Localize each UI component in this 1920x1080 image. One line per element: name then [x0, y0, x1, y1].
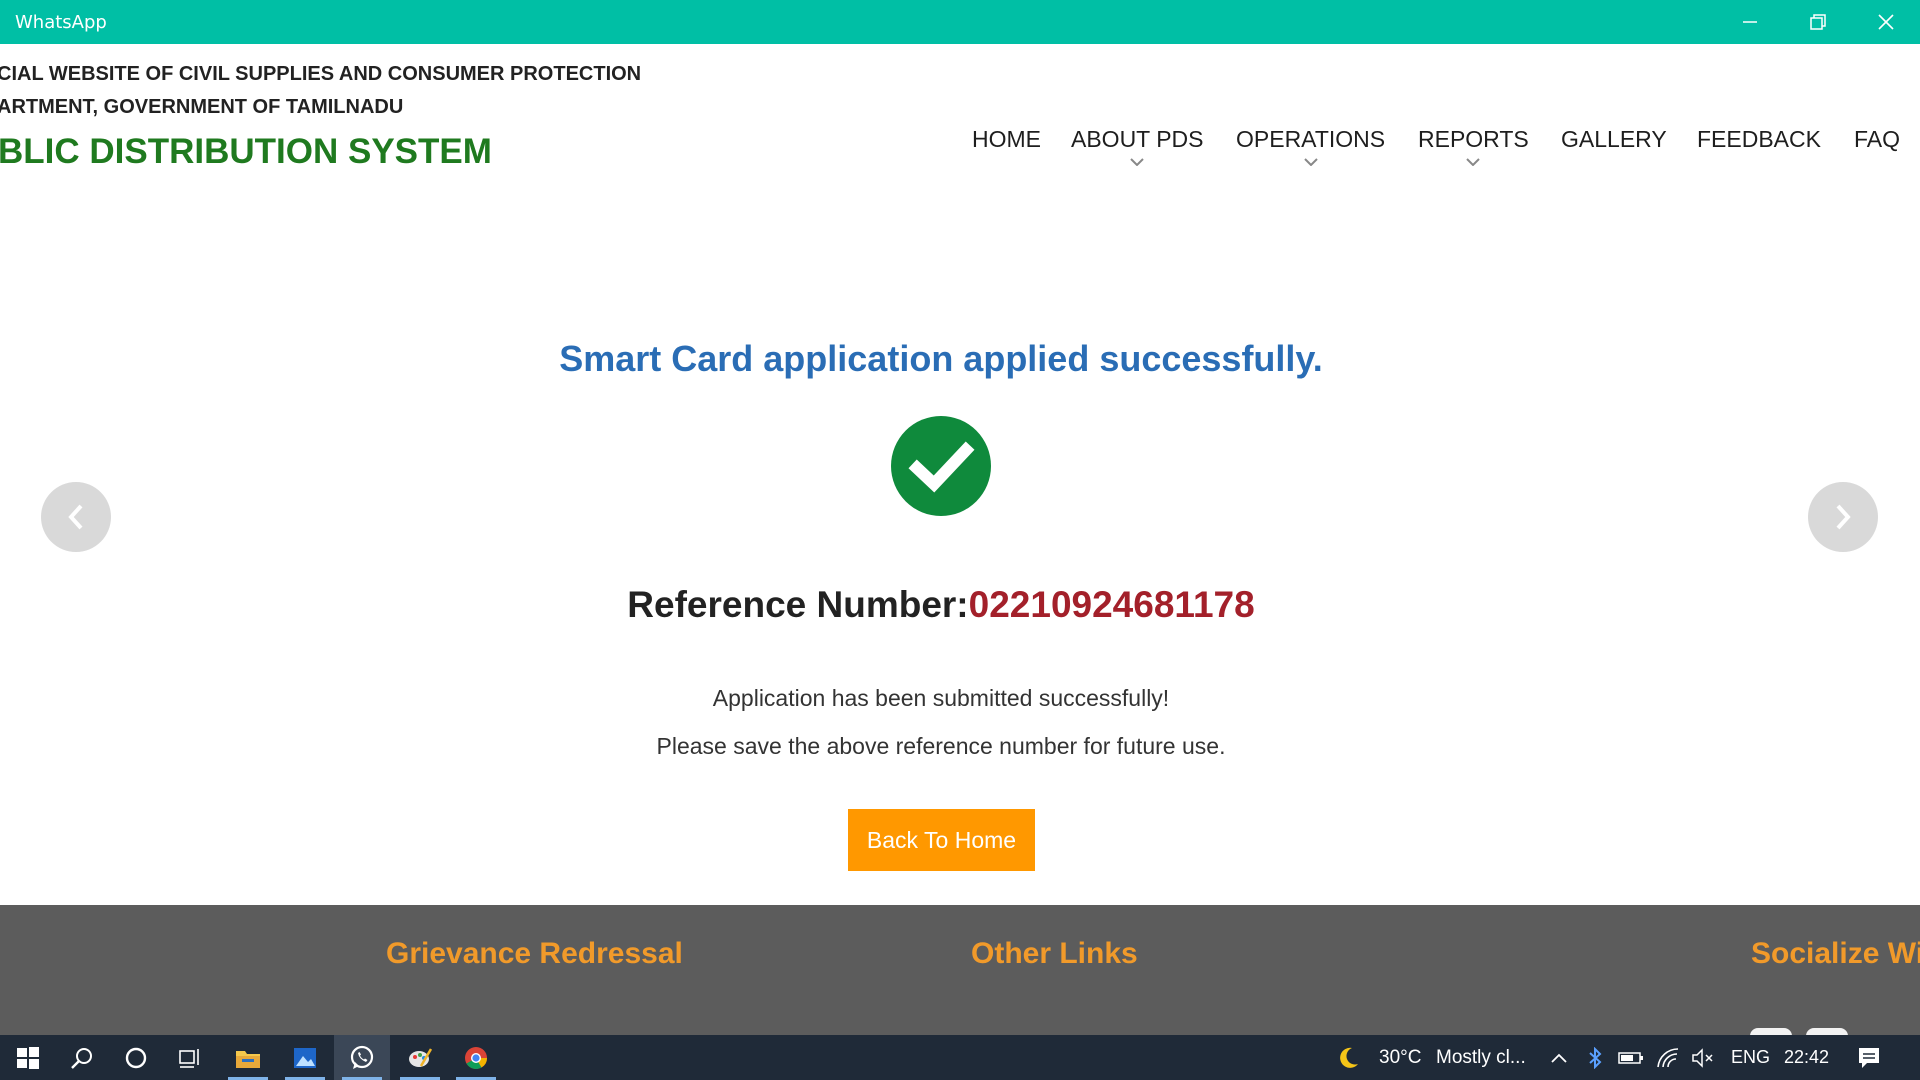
start-button[interactable] — [0, 1035, 56, 1080]
bluetooth-button[interactable] — [1582, 1045, 1608, 1071]
weather-description[interactable]: Mostly cl... — [1436, 1047, 1526, 1069]
input-language[interactable]: ENG — [1731, 1047, 1770, 1068]
nav-reports[interactable]: REPORTS — [1418, 126, 1529, 166]
nav-about-pds-label: ABOUT PDS — [1071, 126, 1204, 152]
reference-label: Reference Number: — [627, 584, 969, 625]
search-icon — [71, 1047, 92, 1069]
taskbar-chrome[interactable] — [448, 1035, 504, 1080]
close-icon — [1878, 14, 1894, 30]
window-titlebar: WhatsApp — [0, 0, 1920, 44]
footer-socialize-heading: Socialize Wi — [1751, 937, 1920, 970]
nav-home[interactable]: HOME — [972, 126, 1041, 153]
footer-grievance-heading: Grievance Redressal — [386, 937, 683, 970]
wifi-icon — [1657, 1048, 1679, 1068]
notification-icon — [1859, 1048, 1879, 1068]
task-view-icon — [179, 1048, 199, 1068]
restore-button[interactable] — [1784, 0, 1852, 44]
taskbar-paint[interactable] — [392, 1035, 448, 1080]
photos-icon — [294, 1047, 316, 1068]
cortana-button[interactable] — [108, 1035, 164, 1080]
search-button[interactable] — [54, 1035, 110, 1080]
nav-reports-label: REPORTS — [1418, 126, 1529, 152]
clock-time[interactable]: 22:42 — [1784, 1047, 1829, 1068]
volume-muted-icon — [1692, 1048, 1713, 1068]
nav-about-pds[interactable]: ABOUT PDS — [1071, 126, 1204, 166]
main-nav: HOME ABOUT PDS OPERATIONS REPORTS GALLER… — [0, 126, 1920, 176]
footer-other-links-heading: Other Links — [971, 937, 1138, 970]
weather-temperature[interactable]: 30°C — [1379, 1047, 1421, 1069]
submission-message: Application has been submitted successfu… — [712, 685, 1170, 711]
social-icon[interactable] — [1750, 1028, 1792, 1035]
windows-logo-icon — [17, 1046, 39, 1069]
nav-operations[interactable]: OPERATIONS — [1236, 126, 1386, 166]
show-hidden-icons-button[interactable] — [1546, 1045, 1572, 1071]
taskbar-whatsapp[interactable] — [334, 1035, 390, 1080]
task-view-button[interactable] — [162, 1035, 218, 1080]
nav-faq[interactable]: FAQ — [1854, 126, 1900, 153]
site-footer: Grievance Redressal Other Links Socializ… — [0, 905, 1920, 1035]
whatsapp-icon — [350, 1045, 374, 1069]
reference-value: 02210924681178 — [968, 584, 1255, 625]
volume-button[interactable] — [1690, 1045, 1716, 1071]
chrome-icon — [465, 1046, 487, 1069]
carousel-next-button[interactable] — [1808, 482, 1878, 552]
chevron-left-icon — [68, 504, 83, 530]
paint-icon — [409, 1047, 433, 1067]
chevron-down-icon — [1130, 158, 1144, 166]
windows-taskbar: 30°C Mostly cl... ENG 22:42 — [0, 1035, 1920, 1080]
taskbar-file-explorer[interactable] — [220, 1035, 276, 1080]
battery-icon — [1618, 1052, 1643, 1064]
back-to-home-button[interactable]: Back To Home — [848, 809, 1035, 871]
chevron-up-icon — [1551, 1053, 1567, 1063]
check-circle-icon — [891, 416, 991, 516]
carousel-prev-button[interactable] — [41, 482, 111, 552]
bluetooth-icon — [1589, 1047, 1602, 1069]
nav-gallery[interactable]: GALLERY — [1561, 126, 1667, 153]
weather-moon-icon[interactable] — [1335, 1045, 1361, 1071]
success-title: Smart Card application applied successfu… — [559, 338, 1323, 379]
network-button[interactable] — [1655, 1045, 1681, 1071]
save-reference-message: Please save the above reference number f… — [656, 733, 1226, 759]
taskbar-photos[interactable] — [277, 1035, 333, 1080]
screen: WhatsApp CIAL WEBSITE OF CIVIL SUPPLIES … — [0, 0, 1920, 1080]
close-button[interactable] — [1852, 0, 1920, 44]
battery-button[interactable] — [1618, 1045, 1644, 1071]
chevron-down-icon — [1466, 158, 1481, 166]
cortana-icon — [125, 1047, 147, 1068]
department-line-2: ARTMENT, GOVERNMENT OF TAMILNADU — [0, 96, 404, 118]
chevron-down-icon — [1303, 158, 1318, 166]
social-icon[interactable] — [1806, 1028, 1848, 1035]
folder-icon — [236, 1050, 260, 1068]
chevron-right-icon — [1836, 504, 1851, 530]
department-line-1: CIAL WEBSITE OF CIVIL SUPPLIES AND CONSU… — [0, 63, 642, 85]
action-center-button[interactable] — [1856, 1045, 1882, 1071]
restore-icon — [1810, 14, 1826, 30]
window-title: WhatsApp — [15, 12, 107, 33]
minimize-icon — [1743, 21, 1757, 23]
nav-feedback[interactable]: FEEDBACK — [1697, 126, 1821, 153]
reference-number: Reference Number:02210924681178 — [0, 584, 1882, 626]
minimize-button[interactable] — [1716, 0, 1784, 44]
nav-operations-label: OPERATIONS — [1236, 126, 1386, 152]
moon-icon — [1340, 1047, 1358, 1068]
site-header: CIAL WEBSITE OF CIVIL SUPPLIES AND CONSU… — [0, 44, 1920, 194]
